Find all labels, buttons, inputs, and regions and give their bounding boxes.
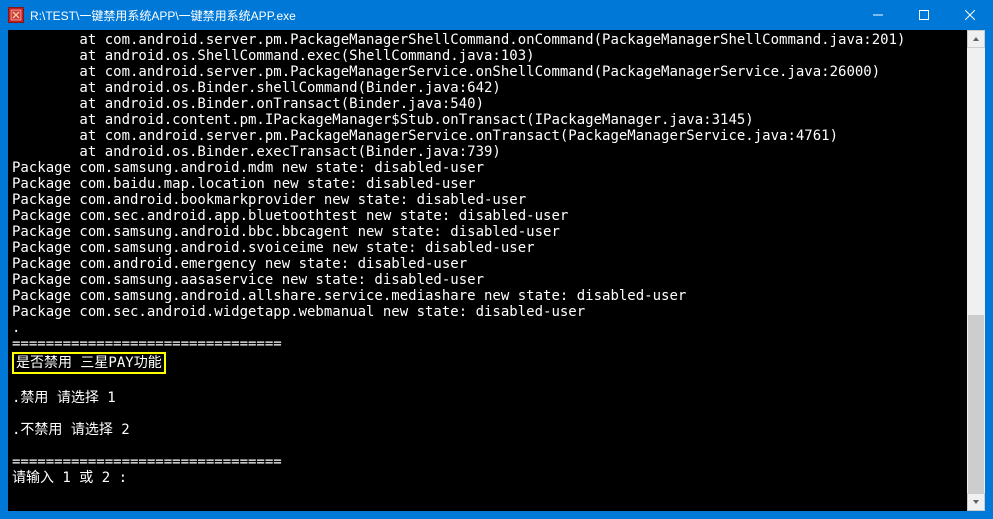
window-controls	[855, 0, 993, 30]
console-line	[12, 406, 963, 422]
close-button[interactable]	[947, 0, 993, 30]
prompt-highlight: 是否禁用 三星PAY功能	[12, 352, 166, 374]
console-line: .不禁用 请选择 2	[12, 422, 963, 438]
scrollbar-track[interactable]	[967, 48, 985, 493]
console-line: Package com.samsung.android.bbc.bbcagent…	[12, 224, 963, 240]
scrollbar-thumb[interactable]	[968, 315, 984, 493]
app-icon	[8, 7, 24, 23]
console-line: at android.content.pm.IPackageManager$St…	[12, 112, 963, 128]
console-line: .禁用 请选择 1	[12, 390, 963, 406]
console-line: at android.os.Binder.execTransact(Binder…	[12, 144, 963, 160]
console-line: 请输入 1 或 2 :	[12, 470, 963, 486]
console-line	[12, 374, 963, 390]
console-line: at android.os.ShellCommand.exec(ShellCom…	[12, 48, 963, 64]
console-line: at android.os.Binder.onTransact(Binder.j…	[12, 96, 963, 112]
titlebar-left: R:\TEST\一键禁用系统APP\一键禁用系统APP.exe	[0, 7, 296, 24]
maximize-button[interactable]	[901, 0, 947, 30]
console-line: Package com.samsung.android.allshare.ser…	[12, 288, 963, 304]
scroll-down-button[interactable]	[967, 493, 985, 511]
console-line: Package com.sec.android.app.bluetoothtes…	[12, 208, 963, 224]
scrollbar[interactable]	[967, 30, 985, 511]
minimize-button[interactable]	[855, 0, 901, 30]
console-line	[12, 438, 963, 454]
console-highlight-line: 是否禁用 三星PAY功能	[12, 352, 963, 374]
console-line: Package com.samsung.android.mdm new stat…	[12, 160, 963, 176]
console-line: Package com.samsung.aasaservice new stat…	[12, 272, 963, 288]
console-line: at android.os.Binder.shellCommand(Binder…	[12, 80, 963, 96]
console-line: Package com.baidu.map.location new state…	[12, 176, 963, 192]
console-output[interactable]: at com.android.server.pm.PackageManagerS…	[8, 30, 967, 511]
console-line: Package com.android.emergency new state:…	[12, 256, 963, 272]
console-line: at com.android.server.pm.PackageManagerS…	[12, 128, 963, 144]
console-wrapper: at com.android.server.pm.PackageManagerS…	[8, 30, 985, 511]
window-title: R:\TEST\一键禁用系统APP\一键禁用系统APP.exe	[30, 7, 296, 24]
titlebar[interactable]: R:\TEST\一键禁用系统APP\一键禁用系统APP.exe	[0, 0, 993, 30]
app-window: R:\TEST\一键禁用系统APP\一键禁用系统APP.exe at com.a…	[0, 0, 993, 519]
console-line: ================================	[12, 454, 963, 470]
console-line: Package com.samsung.android.svoiceime ne…	[12, 240, 963, 256]
scroll-up-button[interactable]	[967, 30, 985, 48]
console-line: Package com.android.bookmarkprovider new…	[12, 192, 963, 208]
console-line: ================================	[12, 336, 963, 352]
console-line: at com.android.server.pm.PackageManagerS…	[12, 64, 963, 80]
console-line: at com.android.server.pm.PackageManagerS…	[12, 32, 963, 48]
console-line: .	[12, 320, 963, 336]
console-line: Package com.sec.android.widgetapp.webman…	[12, 304, 963, 320]
